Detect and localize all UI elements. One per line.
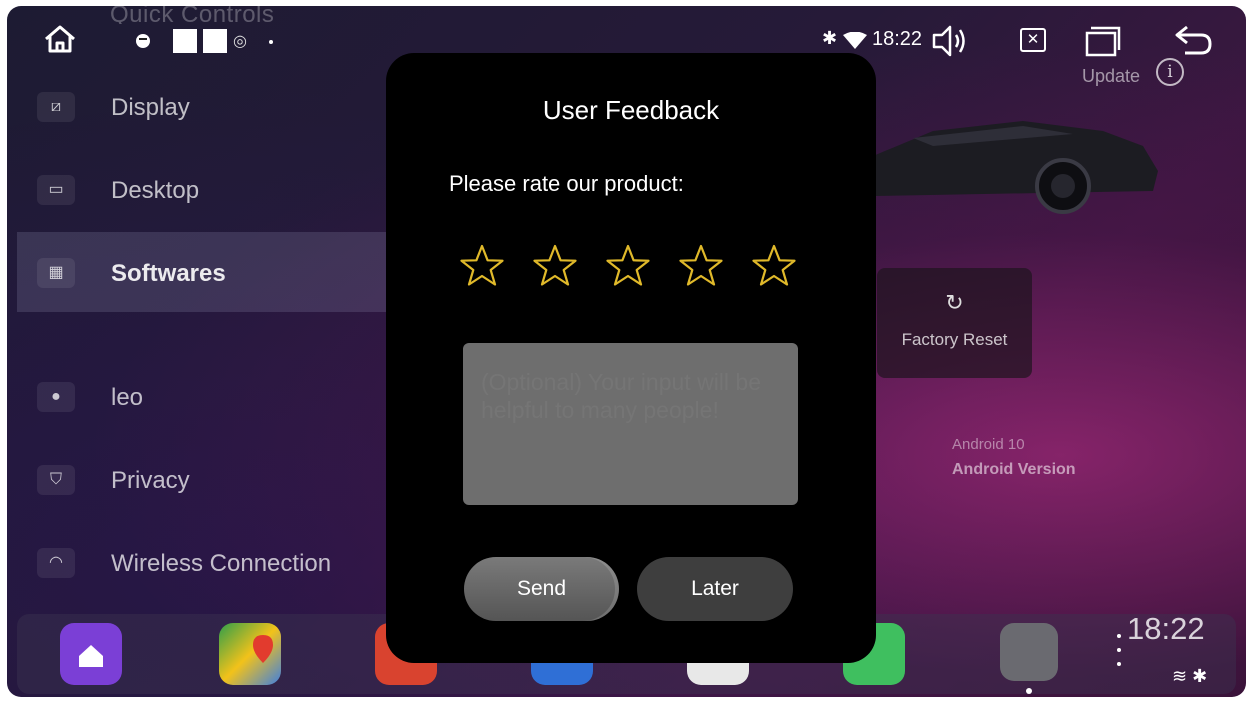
- quick-controls-label: Quick Controls: [110, 6, 275, 24]
- user-icon: ●: [37, 382, 75, 412]
- rating-prompt: Please rate our product:: [449, 171, 684, 196]
- sidebar-item-label: Display: [111, 94, 190, 121]
- update-label[interactable]: Update: [1082, 66, 1140, 87]
- star-1-icon[interactable]: [459, 243, 505, 289]
- sidebar-item-privacy[interactable]: ⛉ Privacy: [17, 439, 397, 519]
- volume-icon[interactable]: [931, 24, 971, 58]
- bluetooth-icon: ✱: [822, 28, 838, 48]
- back-icon[interactable]: [1173, 23, 1213, 59]
- settings-sidebar: ⧄ Display ▭ Desktop ▦ Softwares ● leo ⛉ …: [17, 66, 397, 606]
- send-button[interactable]: Send: [464, 557, 619, 621]
- close-screen-icon[interactable]: ✕: [1020, 28, 1046, 52]
- later-button[interactable]: Later: [637, 557, 793, 621]
- active-app-indicator: [1026, 688, 1032, 694]
- shield-icon: ⛉: [37, 465, 75, 495]
- wifi-icon: ◠: [37, 548, 75, 578]
- car-settings-app-icon[interactable]: [1000, 623, 1058, 681]
- wifi-icon: [843, 32, 867, 49]
- android-version-label: Android Version: [952, 461, 1076, 478]
- dock-status-icons: ≋ ✱: [1172, 666, 1208, 686]
- android-version-value: Android 10: [952, 436, 1025, 453]
- sidebar-item-label: Softwares: [111, 260, 226, 287]
- spotify-icon: [136, 34, 150, 48]
- dock-more-icon[interactable]: [1117, 634, 1123, 676]
- factory-reset-label: Factory Reset: [901, 330, 1008, 349]
- star-4-icon[interactable]: [678, 243, 724, 289]
- status-time: 18:22: [872, 28, 923, 50]
- location-icon: ◎: [233, 33, 247, 50]
- star-3-icon[interactable]: [605, 243, 651, 289]
- more-notifications-dot: [269, 40, 273, 44]
- feedback-dialog: User Feedback Please rate our product: S…: [386, 53, 876, 663]
- sidebar-item-label: leo: [111, 384, 144, 411]
- notification-square-icon: [173, 29, 197, 53]
- dock-clock: 18:22: [1127, 611, 1205, 646]
- display-icon: ⧄: [37, 92, 75, 122]
- maps-app-icon[interactable]: [219, 623, 281, 685]
- sidebar-item-user[interactable]: ● leo: [17, 356, 397, 436]
- sidebar-item-softwares[interactable]: ▦ Softwares: [17, 232, 397, 312]
- car-screen: Quick Controls ◎ ✱ 18:22 ✕ Update i ⧄ Di…: [7, 6, 1246, 697]
- star-5-icon[interactable]: [751, 243, 797, 289]
- dialog-title: User Feedback: [542, 95, 720, 125]
- car-image: [873, 121, 1158, 214]
- home-icon[interactable]: [43, 24, 77, 54]
- recent-apps-icon[interactable]: [1083, 23, 1123, 59]
- desktop-icon: ▭: [37, 175, 75, 205]
- home-app-icon[interactable]: [60, 623, 122, 685]
- sidebar-item-wireless[interactable]: ◠ Wireless Connection: [17, 522, 397, 602]
- sidebar-item-display[interactable]: ⧄ Display: [17, 66, 397, 146]
- apps-grid-icon: ▦: [37, 258, 75, 288]
- notification-square-icon: [203, 29, 227, 53]
- reset-icon: ↻: [945, 290, 964, 315]
- feedback-input[interactable]: [463, 343, 798, 505]
- sidebar-item-label: Wireless Connection: [111, 550, 332, 577]
- sidebar-item-label: Desktop: [111, 177, 200, 204]
- sidebar-item-label: Privacy: [111, 467, 190, 494]
- info-icon[interactable]: i: [1156, 58, 1184, 86]
- factory-reset-button[interactable]: ↻ Factory Reset: [877, 268, 1032, 378]
- star-2-icon[interactable]: [532, 243, 578, 289]
- sidebar-item-desktop[interactable]: ▭ Desktop: [17, 149, 397, 229]
